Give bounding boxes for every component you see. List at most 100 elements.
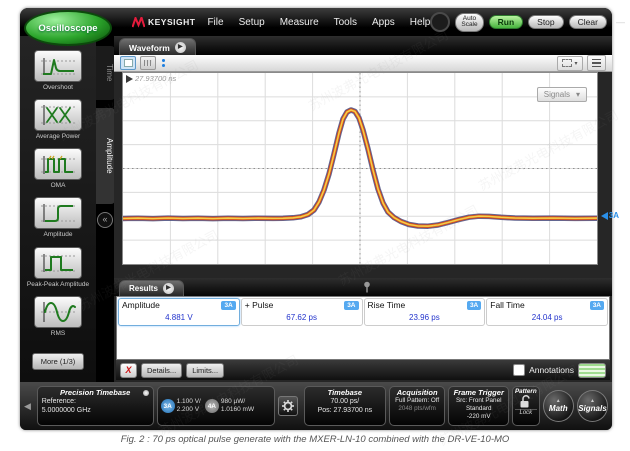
menu-icon[interactable] bbox=[587, 55, 606, 71]
settings-button[interactable] bbox=[278, 396, 298, 416]
tiled-display-button[interactable] bbox=[140, 56, 156, 70]
titlebar: Oscilloscope KEYSIGHT File Setup Measure… bbox=[20, 8, 612, 36]
status-led-icon bbox=[143, 390, 149, 396]
channel-offset: 1.0160 mW bbox=[221, 406, 254, 414]
sidebar-item-label: Peak-Peak Amplitude bbox=[23, 281, 93, 289]
annotations-color-button[interactable] bbox=[578, 363, 606, 378]
open-padlock-icon bbox=[519, 395, 532, 409]
marker-triangle-icon bbox=[601, 212, 608, 220]
waveform-tab-menu-icon[interactable]: ▶ bbox=[175, 42, 186, 53]
collapse-sidebar-icon[interactable]: « bbox=[97, 212, 113, 228]
menu-apps[interactable]: Apps bbox=[372, 17, 395, 28]
auto-scale-button[interactable]: Auto Scale bbox=[455, 13, 483, 32]
menu-tools[interactable]: Tools bbox=[334, 17, 357, 28]
waveform-plot[interactable]: 27.93700 ns Signals ▾ 3A bbox=[122, 72, 598, 265]
limits-button[interactable]: Limits... bbox=[186, 363, 224, 378]
sidebar-item-overshoot[interactable]: Overshoot bbox=[23, 50, 93, 92]
more-measurements-button[interactable]: More (1/3) bbox=[32, 353, 85, 370]
trigger-position-label: 27.93700 ns bbox=[126, 74, 176, 83]
measurement-cell-rise-time[interactable]: Rise Time 3A 23.96 ps bbox=[364, 298, 486, 326]
measurement-name: Fall Time bbox=[490, 300, 524, 310]
frame-trigger-level: -220 mV bbox=[453, 413, 504, 421]
math-button[interactable]: ▲ Math bbox=[543, 390, 574, 422]
sidebar-item-amplitude[interactable]: Amplitude bbox=[23, 197, 93, 239]
timebase-title: Timebase bbox=[309, 388, 381, 397]
timebase-panel[interactable]: Timebase 70.00 ps/ Pos: 27.93700 ns bbox=[304, 386, 386, 426]
menu-help[interactable]: Help bbox=[410, 17, 431, 28]
results-toolbar: X Details... Limits... Annotations bbox=[116, 360, 610, 380]
tab-results[interactable]: Results ▶ bbox=[119, 280, 184, 296]
precision-timebase-panel[interactable]: Precision Timebase Reference: 5.0000000 … bbox=[37, 386, 154, 426]
measurement-cell-amplitude[interactable]: Amplitude3A 4.881 V bbox=[118, 298, 240, 326]
timebase-position: Pos: 27.93700 ns bbox=[309, 406, 381, 415]
auto-scale-line2: Scale bbox=[461, 22, 477, 29]
sidebar-item-oma[interactable]: OMA bbox=[23, 148, 93, 190]
annotations-label: Annotations bbox=[529, 365, 574, 375]
figure-caption: Fig. 2 : 70 ps optical pulse generate wi… bbox=[0, 434, 630, 445]
marker-label: 3A bbox=[609, 211, 619, 220]
acquisition-pattern: Full Pattern: Off bbox=[394, 397, 441, 405]
details-button[interactable]: Details... bbox=[141, 363, 182, 378]
menu-bar: File Setup Measure Tools Apps Help bbox=[207, 17, 430, 28]
source-badge: 3A bbox=[344, 301, 358, 310]
channel-3a-badge: 3A bbox=[161, 399, 175, 413]
oscilloscope-logo[interactable]: Oscilloscope bbox=[24, 10, 112, 46]
menu-file[interactable]: File bbox=[207, 17, 223, 28]
annotations-checkbox[interactable] bbox=[513, 364, 525, 376]
stop-button[interactable]: Stop bbox=[528, 15, 564, 30]
pin-icon[interactable] bbox=[363, 281, 371, 293]
status-scroll-left-icon[interactable]: ◀ bbox=[24, 401, 34, 412]
signals-dropdown[interactable]: Signals ▾ bbox=[537, 87, 587, 102]
tab-amplitude[interactable]: Amplitude bbox=[96, 108, 115, 204]
tab-time[interactable]: Time bbox=[96, 46, 115, 100]
sidebar-item-rms[interactable]: RMS bbox=[23, 296, 93, 338]
clear-button[interactable]: Clear bbox=[569, 15, 607, 30]
category-tabstrip: Time Amplitude « bbox=[96, 36, 114, 382]
sidebar-item-average-power[interactable]: Average Power bbox=[23, 99, 93, 141]
results-tab-menu-icon[interactable]: ▶ bbox=[163, 283, 174, 294]
keysight-spark-icon bbox=[132, 17, 145, 28]
signals-button[interactable]: ▲ Signals bbox=[577, 390, 608, 422]
source-badge: 3A bbox=[590, 301, 604, 310]
channel-ground-marker[interactable]: 3A bbox=[601, 211, 619, 220]
page: 苏州波弗光电科技有限公司 苏州波弗光电科技有限公司 苏州波弗光电科技有限公司 苏… bbox=[0, 0, 630, 451]
amplitude-icon bbox=[39, 200, 77, 226]
tab-waveform[interactable]: Waveform ▶ bbox=[119, 38, 196, 56]
minimize-button[interactable]: — bbox=[616, 17, 625, 27]
sidebar-item-label: Amplitude bbox=[23, 231, 93, 239]
channel-scale: 1.100 V/ bbox=[177, 398, 201, 406]
precision-timebase-title: Precision Timebase bbox=[42, 388, 149, 397]
math-label: Math bbox=[549, 405, 568, 413]
source-badge: 3A bbox=[467, 301, 481, 310]
zoom-select-tool-button[interactable]: ▾ bbox=[557, 56, 583, 71]
touch-icon[interactable] bbox=[430, 12, 450, 32]
pattern-lock-panel[interactable]: Pattern Lock bbox=[512, 386, 540, 426]
selection-rect-icon bbox=[562, 59, 572, 67]
channel-offset: 2.200 V bbox=[177, 406, 201, 414]
measurement-cell-fall-time[interactable]: Fall Time3A 24.04 ps bbox=[486, 298, 608, 326]
single-display-button[interactable] bbox=[120, 56, 136, 70]
status-bar: ◀ Precision Timebase Reference: 5.000000… bbox=[20, 382, 612, 430]
results-table: Amplitude3A 4.881 V + Pulse3A 67.62 ps R… bbox=[116, 296, 610, 360]
channel-3a-readout[interactable]: 3A 1.100 V/ 2.200 V bbox=[161, 398, 201, 414]
measurement-sidebar: Overshoot Average Power OMA bbox=[20, 36, 96, 382]
chevron-down-icon: ▾ bbox=[576, 90, 580, 99]
menu-setup[interactable]: Setup bbox=[239, 17, 265, 28]
channel-4a-readout[interactable]: 4A 980 µW/ 1.0160 mW bbox=[205, 398, 254, 414]
menu-measure[interactable]: Measure bbox=[280, 17, 319, 28]
sidebar-item-peak-peak-amplitude[interactable]: Peak-Peak Amplitude bbox=[23, 247, 93, 289]
frame-trigger-panel[interactable]: Frame Trigger Src: Front Panel Standard … bbox=[448, 386, 509, 426]
run-button[interactable]: Run bbox=[489, 15, 524, 30]
acquisition-panel[interactable]: Acquisition Full Pattern: Off 2048 pts/w… bbox=[389, 386, 446, 426]
measurement-cell-pulse[interactable]: + Pulse3A 67.62 ps bbox=[241, 298, 363, 326]
main-content: Waveform ▶ ▾ 27.93700 ns bbox=[114, 36, 612, 382]
timebase-scale: 70.00 ps/ bbox=[309, 397, 381, 406]
more-options-icon[interactable] bbox=[162, 59, 165, 67]
channels-panel[interactable]: 3A 1.100 V/ 2.200 V 4A 980 µW/ 1.0160 mW bbox=[157, 386, 276, 426]
waveform-toolbar: ▾ bbox=[114, 55, 612, 72]
measurement-name: Rise Time bbox=[368, 300, 406, 310]
delete-measurement-button[interactable]: X bbox=[120, 363, 137, 378]
waveform-tabbar: Waveform ▶ bbox=[114, 36, 612, 55]
measurement-value: 23.96 ps bbox=[368, 313, 482, 322]
sidebar-item-label: Average Power bbox=[23, 133, 93, 141]
